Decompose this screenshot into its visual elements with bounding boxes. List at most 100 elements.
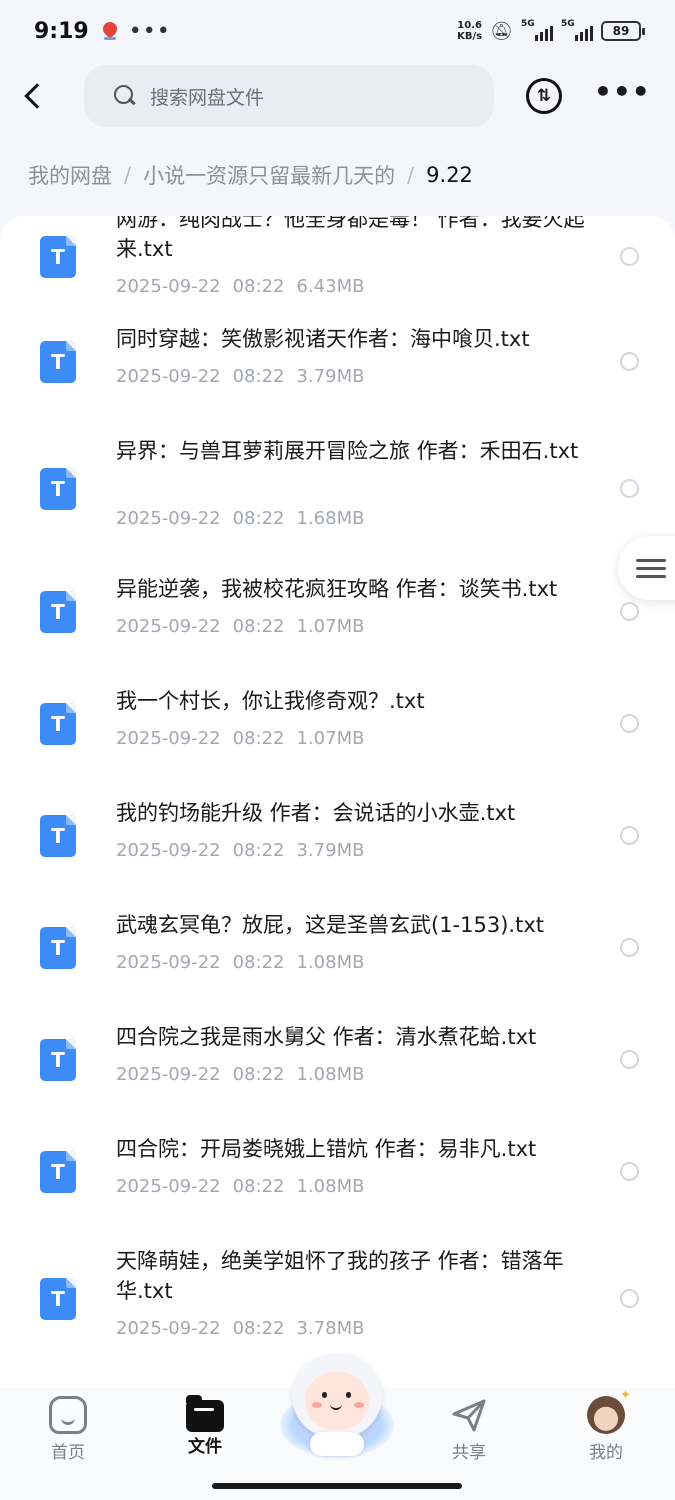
select-checkbox[interactable] [620,826,639,845]
nav-home[interactable]: 首页 [18,1388,118,1463]
battery-icon: 89 [601,21,645,41]
chevron-left-icon [24,83,50,109]
file-meta: 2025-09-22 08:22 1.08MB [116,952,376,973]
nav-me[interactable]: 我的 [556,1388,656,1463]
file-size: 3.78MB [296,1318,365,1339]
file-time: 08:22 [232,1318,285,1339]
text-file-icon: T [40,1278,76,1320]
paper-plane-icon [452,1399,486,1432]
file-date: 2025-09-22 [116,728,221,749]
file-row[interactable]: T 同时穿越：笑傲影视诸天作者：海中喰贝.txt 2025-09-22 08:22 3.… [0,324,675,400]
select-checkbox[interactable] [620,479,639,498]
file-date: 2025-09-22 [116,952,221,973]
select-checkbox[interactable] [620,714,639,733]
text-file-icon: T [40,1039,76,1081]
select-checkbox[interactable] [620,1050,639,1069]
text-file-icon: T [40,703,76,745]
file-meta: 2025-09-22 08:22 6.43MB [116,276,376,297]
file-size: 1.08MB [296,952,365,973]
search-input[interactable]: 搜索网盘文件 [84,65,494,127]
more-options-button[interactable]: ••• [594,78,650,110]
search-placeholder: 搜索网盘文件 [150,86,265,109]
signal-icon-sim2: 5G [561,19,593,41]
back-button[interactable] [22,76,52,116]
breadcrumb: 我的网盘 / 小说一资源只留最新几天的 / 9.22 [28,160,473,190]
file-size: 1.08MB [296,1176,365,1197]
text-file-icon: T [40,927,76,969]
breadcrumb-item-root[interactable]: 我的网盘 [28,160,112,190]
file-date: 2025-09-22 [116,366,221,387]
file-name: 网游：纯肉战士？他全身都是毒！ 作者：我要火起来.txt [116,216,585,261]
file-size: 3.79MB [296,366,365,387]
assistant-mascot-button[interactable] [276,1352,398,1462]
nav-share[interactable]: 共享 [419,1388,519,1463]
more-notifications-icon: ••• [128,18,171,44]
select-checkbox[interactable] [620,1289,639,1308]
file-time: 08:22 [232,1064,285,1085]
top-bar: 搜索网盘文件 ⇅ ••• [0,62,675,130]
file-row[interactable]: T 我的钓场能升级 作者：会说话的小水壶.txt 2025-09-22 08:22 3.… [0,798,675,874]
file-meta: 2025-09-22 08:22 3.79MB [116,840,376,861]
text-file-icon: T [40,468,76,510]
mute-bell-icon: 🔕︎ [490,20,513,42]
file-date: 2025-09-22 [116,1176,221,1197]
file-row[interactable]: T 我一个村长，你让我修奇观？.txt 2025-09-22 08:22 1.07MB [0,686,675,762]
select-checkbox[interactable] [620,938,639,957]
file-time: 08:22 [232,508,285,529]
file-size: 6.43MB [296,276,365,297]
file-name: 我一个村长，你让我修奇观？.txt [116,689,425,713]
file-date: 2025-09-22 [116,508,221,529]
breadcrumb-item-folder[interactable]: 小说一资源只留最新几天的 [143,160,395,190]
file-time: 08:22 [232,616,285,637]
file-meta: 2025-09-22 08:22 1.68MB [116,508,376,529]
file-size: 3.79MB [296,840,365,861]
file-size: 1.07MB [296,728,365,749]
file-name: 我的钓场能升级 作者：会说话的小水壶.txt [116,801,516,825]
file-row[interactable]: T 网游：纯肉战士？他全身都是毒！ 作者：我要火起来.txt 2025-09-22 0… [0,216,675,310]
nav-files[interactable]: 文件 [155,1388,255,1457]
file-row[interactable]: T 天降萌娃，绝美学姐怀了我的孩子 作者：错落年华.txt 2025-09-22 08… [0,1246,675,1352]
transfer-list-button[interactable]: ⇅ [526,78,562,114]
select-checkbox[interactable] [620,352,639,371]
text-file-icon: T [40,1151,76,1193]
file-date: 2025-09-22 [116,616,221,637]
folder-icon [186,1395,224,1432]
file-time: 08:22 [232,728,285,749]
file-time: 08:22 [232,1176,285,1197]
file-meta: 2025-09-22 08:22 3.79MB [116,366,376,387]
avatar-icon [587,1388,631,1434]
breadcrumb-separator: / [124,163,132,187]
select-checkbox[interactable] [620,247,639,266]
file-time: 08:22 [232,952,285,973]
file-row[interactable]: T 武魂玄冥龟？放屁，这是圣兽玄武(1-153).txt 2025-09-22 08:… [0,910,675,986]
file-name: 同时穿越：笑傲影视诸天作者：海中喰贝.txt [116,327,530,351]
select-checkbox[interactable] [620,1162,639,1181]
file-row[interactable]: T 四合院之我是雨水舅父 作者：清水煮花蛤.txt 2025-09-22 08:22 1… [0,1022,675,1098]
select-checkbox[interactable] [620,602,639,621]
file-time: 08:22 [232,366,285,387]
file-time: 08:22 [232,276,285,297]
file-name: 异能逆袭，我被校花疯狂攻略 作者：谈笑书.txt [116,577,558,601]
file-row[interactable]: T 异能逆袭，我被校花疯狂攻略 作者：谈笑书.txt 2025-09-22 08:22… [0,574,675,650]
text-file-icon: T [40,815,76,857]
menu-icon [636,554,666,583]
file-meta: 2025-09-22 08:22 1.08MB [116,1176,376,1197]
home-icon [49,1396,87,1434]
breadcrumb-item-current: 9.22 [426,163,473,187]
file-name: 天降萌娃，绝美学姐怀了我的孩子 作者：错落年华.txt [116,1249,564,1303]
file-time: 08:22 [232,840,285,861]
file-row[interactable]: T 四合院：开局娄晓娥上错炕 作者：易非凡.txt 2025-09-22 08:22 1… [0,1134,675,1210]
file-size: 1.07MB [296,616,365,637]
signal-icon-sim1: 5G [521,19,553,41]
file-list-panel: T 网游：纯肉战士？他全身都是毒！ 作者：我要火起来.txt 2025-09-22 0… [0,216,675,1388]
search-icon [114,85,136,107]
side-menu-handle[interactable] [618,536,675,600]
file-date: 2025-09-22 [116,840,221,861]
home-indicator[interactable] [212,1483,462,1489]
file-row[interactable]: T 异界：与兽耳萝莉展开冒险之旅 作者：禾田石.txt 2025-09-22 08:2… [0,436,675,542]
file-name: 四合院：开局娄晓娥上错炕 作者：易非凡.txt [116,1137,537,1161]
file-size: 1.08MB [296,1064,365,1085]
location-icon [99,19,120,40]
file-name: 四合院之我是雨水舅父 作者：清水煮花蛤.txt [116,1025,537,1049]
file-meta: 2025-09-22 08:22 1.07MB [116,728,376,749]
